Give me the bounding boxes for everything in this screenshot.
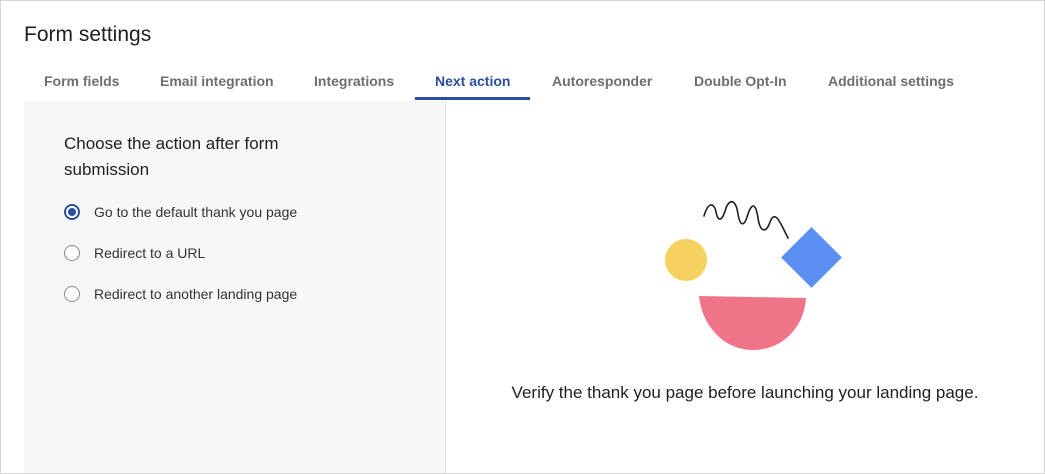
- squiggle-line: [703, 201, 789, 239]
- radio-default-thank-you-page[interactable]: [64, 204, 80, 220]
- tab-form-fields[interactable]: Form fields: [24, 63, 139, 100]
- option-label: Redirect to a URL: [94, 245, 206, 261]
- radio-redirect-to-landing-page[interactable]: [64, 286, 80, 302]
- tab-autoresponder[interactable]: Autoresponder: [532, 63, 672, 100]
- pink-bowl: [699, 296, 806, 350]
- next-action-options-panel: Choose the action after form submission …: [24, 101, 446, 473]
- tab-additional-settings[interactable]: Additional settings: [808, 63, 974, 100]
- preview-message: Verify the thank you page before launchi…: [511, 383, 979, 402]
- tab-email-integration[interactable]: Email integration: [140, 63, 294, 100]
- option-default-thank-you-page[interactable]: Go to the default thank you page: [64, 202, 297, 222]
- option-label: Redirect to another landing page: [94, 286, 298, 302]
- radio-redirect-to-url[interactable]: [64, 245, 80, 261]
- panel-heading: Choose the action after form submission: [64, 134, 279, 179]
- yellow-circle: [665, 239, 707, 281]
- tab-double-opt-in[interactable]: Double Opt-In: [674, 63, 807, 100]
- option-redirect-to-landing-page[interactable]: Redirect to another landing page: [64, 284, 297, 304]
- option-label: Go to the default thank you page: [94, 204, 298, 220]
- tab-integrations[interactable]: Integrations: [294, 63, 414, 100]
- settings-tab-bar: Form fields Email integration Integratio…: [24, 63, 1044, 102]
- blue-diamond: [781, 227, 842, 288]
- option-redirect-to-url[interactable]: Redirect to a URL: [64, 243, 205, 263]
- page-title: Form settings: [24, 23, 152, 46]
- tab-next-action[interactable]: Next action: [415, 63, 531, 100]
- thank-you-preview-panel: Verify the thank you page before launchi…: [446, 101, 1044, 473]
- form-settings-window: Form settings Form fields Email integrat…: [0, 0, 1045, 474]
- thank-you-illustration-icon: [665, 201, 842, 350]
